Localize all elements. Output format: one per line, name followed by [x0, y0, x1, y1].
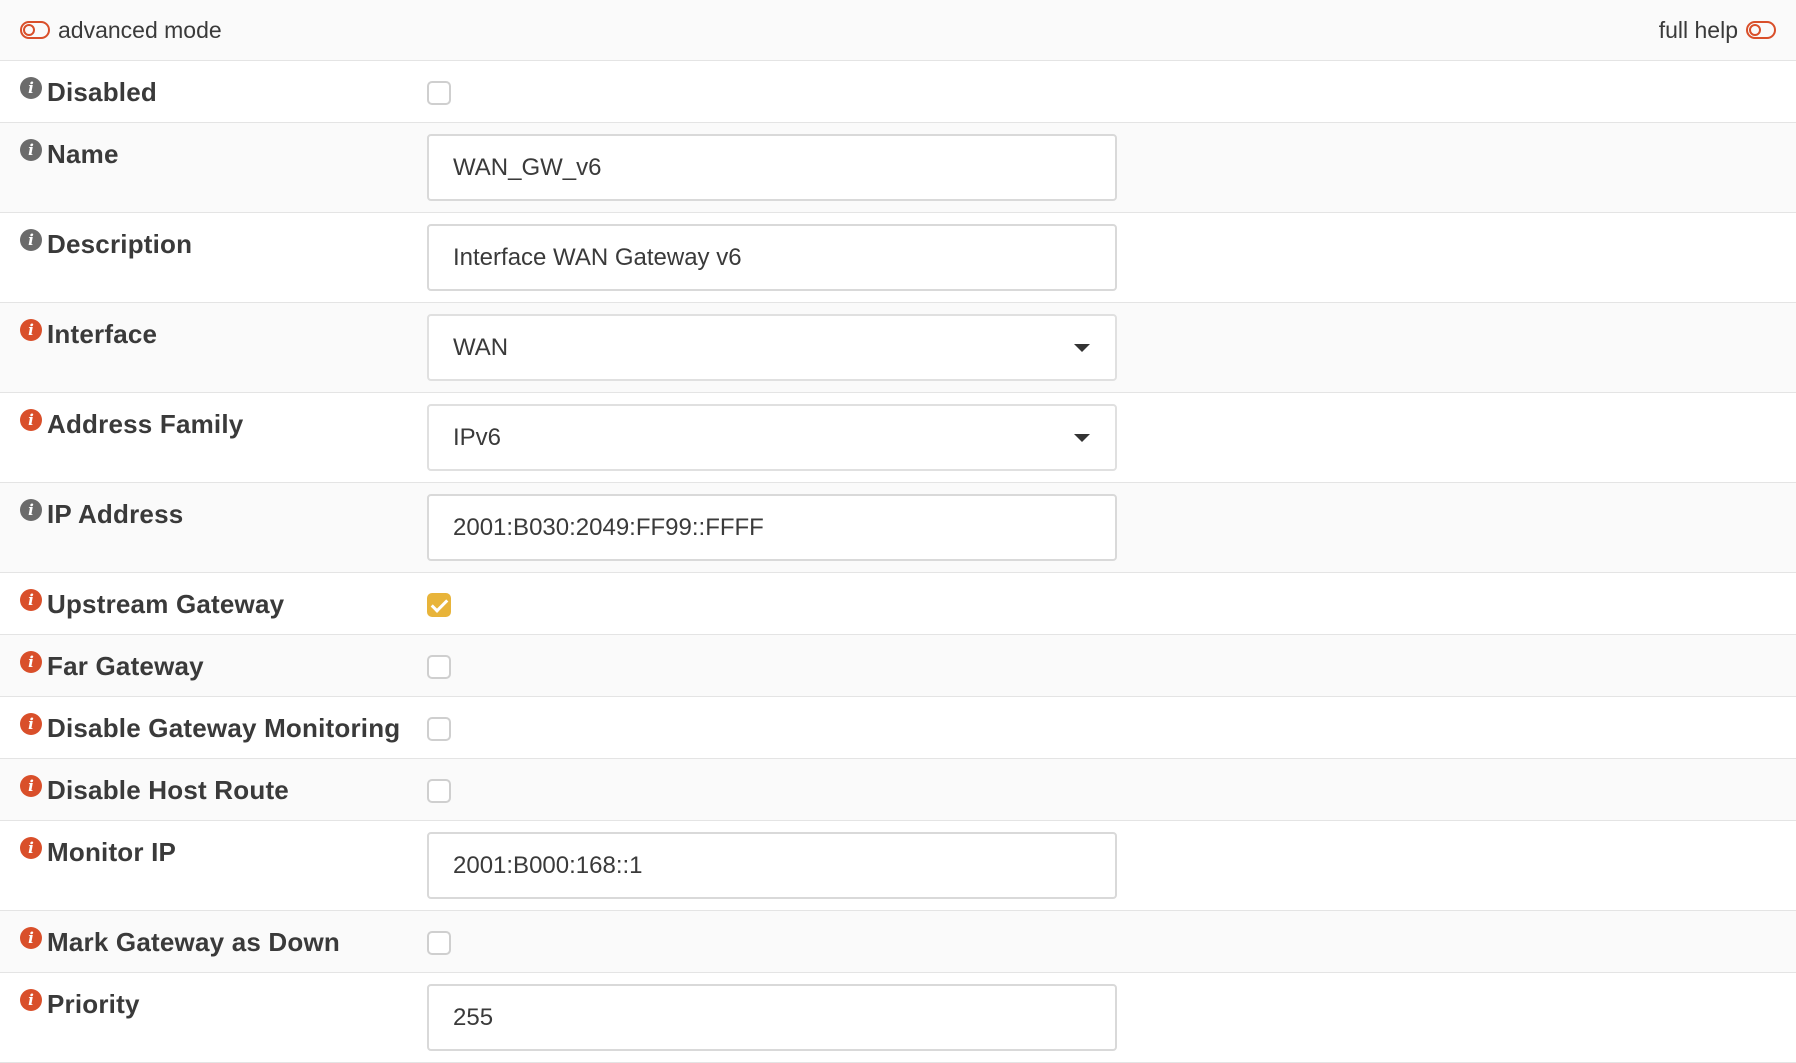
caret-down-icon [1074, 343, 1090, 352]
field-control-cell [427, 973, 1796, 1062]
field-control-cell [427, 123, 1796, 212]
disable-host-route-checkbox[interactable] [427, 779, 451, 803]
field-label: Disabled [47, 77, 157, 107]
description-input[interactable] [427, 224, 1117, 291]
field-label: Far Gateway [47, 651, 204, 681]
field-control-cell [427, 213, 1796, 302]
field-label-cell: i Name [0, 123, 427, 212]
field-control-cell [427, 573, 1796, 634]
advanced-mode-toggle[interactable]: advanced mode [20, 17, 222, 44]
form-row-monitor-ip: i Monitor IP [0, 821, 1796, 911]
full-help-label: full help [1658, 16, 1738, 43]
mark-gateway-down-checkbox[interactable] [427, 931, 451, 955]
field-control-cell: IPv6 [427, 393, 1796, 482]
field-label-cell: i Monitor IP [0, 821, 427, 910]
field-label: Mark Gateway as Down [47, 927, 340, 957]
field-label: Upstream Gateway [47, 589, 285, 619]
field-label: Description [47, 229, 193, 259]
info-icon[interactable]: i [20, 499, 42, 521]
info-icon[interactable]: i [20, 139, 42, 161]
field-control-cell [427, 911, 1796, 972]
field-control-cell [427, 483, 1796, 572]
toggle-off-icon [1746, 21, 1776, 39]
field-control-cell [427, 821, 1796, 910]
form-row-disable-host-route: i Disable Host Route [0, 759, 1796, 821]
form-row-mark-gateway-down: i Mark Gateway as Down [0, 911, 1796, 973]
far-gateway-checkbox[interactable] [427, 655, 451, 679]
field-label: Interface [47, 319, 158, 349]
priority-input[interactable] [427, 984, 1117, 1051]
info-icon[interactable]: i [20, 651, 42, 673]
form-row-disable-gateway-monitoring: i Disable Gateway Monitoring [0, 697, 1796, 759]
info-icon[interactable]: i [20, 229, 42, 251]
form-row-far-gateway: i Far Gateway [0, 635, 1796, 697]
monitor-ip-input[interactable] [427, 832, 1117, 899]
field-control-cell [427, 759, 1796, 820]
form-row-upstream-gateway: i Upstream Gateway [0, 573, 1796, 635]
field-label-cell: i Mark Gateway as Down [0, 911, 427, 972]
form-row-ip-address: i IP Address [0, 483, 1796, 573]
field-label-cell: i Upstream Gateway [0, 573, 427, 634]
info-icon[interactable]: i [20, 837, 42, 859]
field-label-cell: i Priority [0, 973, 427, 1062]
info-icon[interactable]: i [20, 775, 42, 797]
form-row-description: i Description [0, 213, 1796, 303]
info-icon[interactable]: i [20, 589, 42, 611]
interface-select-value: WAN [453, 333, 509, 361]
field-label-cell: i Disable Host Route [0, 759, 427, 820]
upstream-gateway-checkbox[interactable] [427, 593, 451, 617]
field-control-cell [427, 635, 1796, 696]
info-icon[interactable]: i [20, 409, 42, 431]
field-label-cell: i Description [0, 213, 427, 302]
form-toolbar: advanced mode full help [0, 0, 1796, 61]
form-row-name: i Name [0, 123, 1796, 213]
form-row-disabled: i Disabled [0, 61, 1796, 123]
field-label-cell: i Address Family [0, 393, 427, 482]
form-row-address-family: i Address Family IPv6 [0, 393, 1796, 483]
form-row-priority: i Priority [0, 973, 1796, 1063]
interface-select[interactable]: WAN [427, 314, 1117, 381]
field-label: Disable Gateway Monitoring [47, 713, 401, 743]
info-icon[interactable]: i [20, 713, 42, 735]
caret-down-icon [1074, 433, 1090, 442]
info-icon[interactable]: i [20, 927, 42, 949]
field-control-cell [427, 697, 1796, 758]
info-icon[interactable]: i [20, 319, 42, 341]
field-label: Disable Host Route [47, 775, 289, 805]
advanced-mode-label: advanced mode [58, 16, 222, 43]
info-icon[interactable]: i [20, 77, 42, 99]
field-label-cell: i Disabled [0, 61, 427, 122]
field-label: Name [47, 139, 119, 169]
field-label-cell: i Disable Gateway Monitoring [0, 697, 427, 758]
field-label: Priority [47, 989, 140, 1019]
address-family-select[interactable]: IPv6 [427, 404, 1117, 471]
address-family-select-value: IPv6 [453, 423, 502, 451]
field-label: IP Address [47, 499, 184, 529]
field-label: Monitor IP [47, 837, 177, 867]
gateway-edit-form: advanced mode full help i Disabled i Nam… [0, 0, 1796, 1063]
field-label: Address Family [47, 409, 244, 439]
field-label-cell: i IP Address [0, 483, 427, 572]
form-row-interface: i Interface WAN [0, 303, 1796, 393]
name-input[interactable] [427, 134, 1117, 201]
info-icon[interactable]: i [20, 989, 42, 1011]
full-help-toggle[interactable]: full help [1659, 17, 1776, 44]
ip-address-input[interactable] [427, 494, 1117, 561]
toggle-off-icon [20, 21, 50, 39]
field-label-cell: i Far Gateway [0, 635, 427, 696]
disabled-checkbox[interactable] [427, 81, 451, 105]
field-control-cell: WAN [427, 303, 1796, 392]
disable-gateway-monitoring-checkbox[interactable] [427, 717, 451, 741]
field-label-cell: i Interface [0, 303, 427, 392]
field-control-cell [427, 61, 1796, 122]
